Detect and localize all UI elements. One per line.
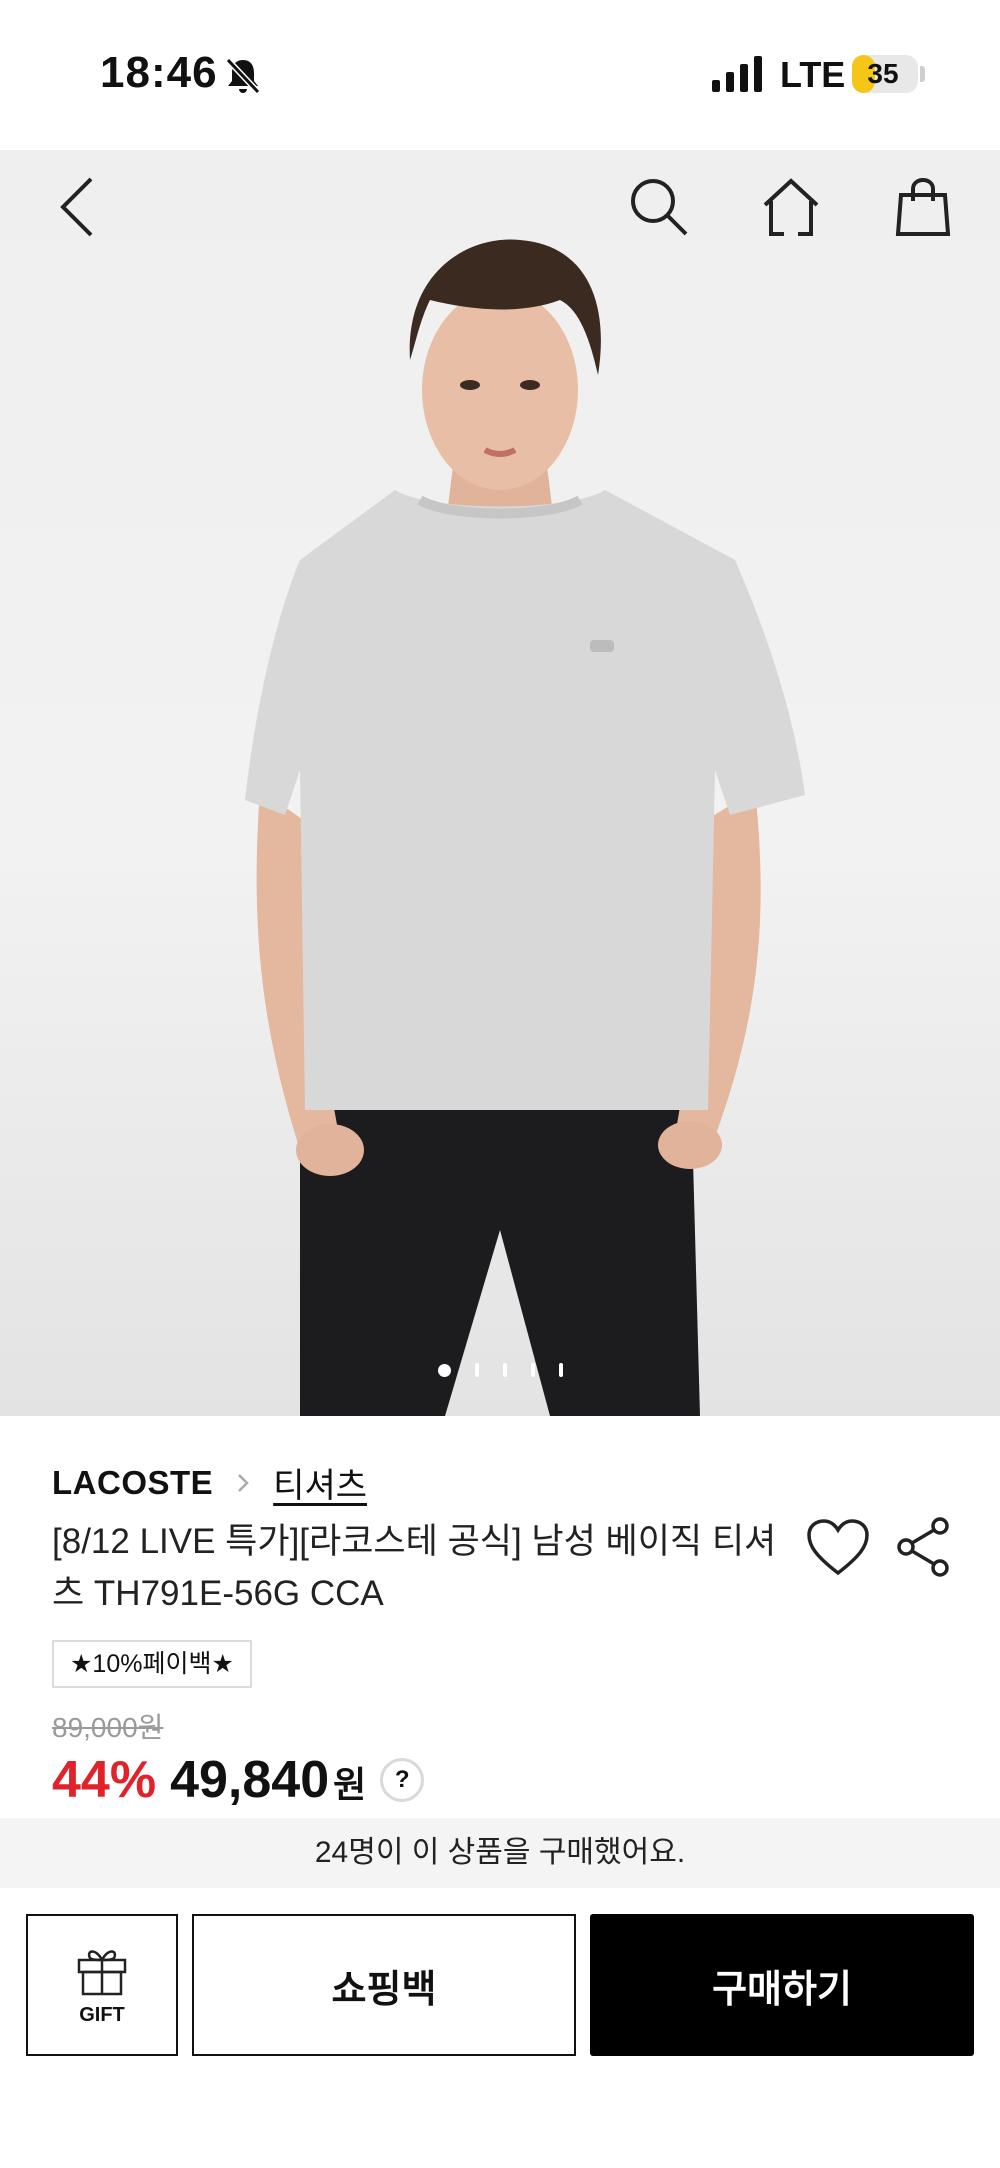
battery-icon: 35 (852, 55, 918, 93)
brand-link[interactable]: LACOSTE (52, 1464, 213, 1502)
home-button[interactable] (756, 172, 826, 242)
gift-button[interactable]: GIFT (26, 1914, 178, 2056)
original-price: 89,000원 (52, 1712, 164, 1743)
buy-now-button[interactable]: 구매하기 (590, 1914, 974, 2056)
search-button[interactable] (624, 172, 694, 242)
home-icon (763, 178, 819, 236)
status-bar: 18:46 LTE 35 (0, 0, 1000, 150)
shopping-bag-button[interactable] (888, 172, 958, 242)
share-icon[interactable] (896, 1516, 952, 1578)
product-title: [8/12 LIVE 특가][라코스테 공식] 남성 베이직 티셔츠 TH791… (52, 1522, 777, 1613)
add-to-cart-button[interactable]: 쇼핑백 (192, 1914, 576, 2056)
search-icon (631, 179, 688, 236)
gallery-dot[interactable] (502, 1363, 507, 1377)
chevron-right-icon (238, 1473, 249, 1492)
sale-price: 49,840 (170, 1751, 330, 1809)
shopping-bag-icon (895, 178, 951, 236)
price-help-icon[interactable]: ? (380, 1758, 425, 1802)
currency-label: 원 (333, 1764, 367, 1805)
gallery-pagination[interactable] (0, 1360, 1000, 1380)
heart-icon[interactable] (806, 1518, 870, 1578)
gallery-dot[interactable] (474, 1363, 479, 1377)
product-photo (245, 239, 805, 1416)
product-image-gallery[interactable] (0, 150, 1000, 1416)
price-row: 44% 49,840 원 ? (52, 1750, 425, 1810)
category-link[interactable]: 티셔츠 (273, 1458, 367, 1507)
gift-icon (77, 1949, 127, 1995)
gallery-dot[interactable] (437, 1363, 451, 1377)
network-label: LTE (780, 54, 846, 95)
signal-icon (712, 56, 762, 92)
bell-off-icon (225, 57, 261, 95)
gallery-dot[interactable] (530, 1363, 535, 1377)
status-time: 18:46 (100, 48, 218, 97)
back-button[interactable] (42, 172, 112, 242)
battery-cap (920, 66, 925, 82)
battery-level: 35 (867, 58, 899, 89)
discount-rate: 44% (52, 1751, 157, 1809)
gallery-dot[interactable] (558, 1363, 563, 1377)
purchase-count-notice: 24명이 이 상품을 구매했어요. (0, 1818, 1000, 1888)
bottom-action-bar: GIFT 쇼핑백 구매하기 (0, 1888, 1000, 2168)
back-icon (60, 177, 93, 237)
gift-label: GIFT (79, 2003, 125, 2026)
payback-badge: ★10%페이백★ (52, 1640, 252, 1688)
breadcrumb: LACOSTE 티셔츠 (52, 1458, 367, 1507)
